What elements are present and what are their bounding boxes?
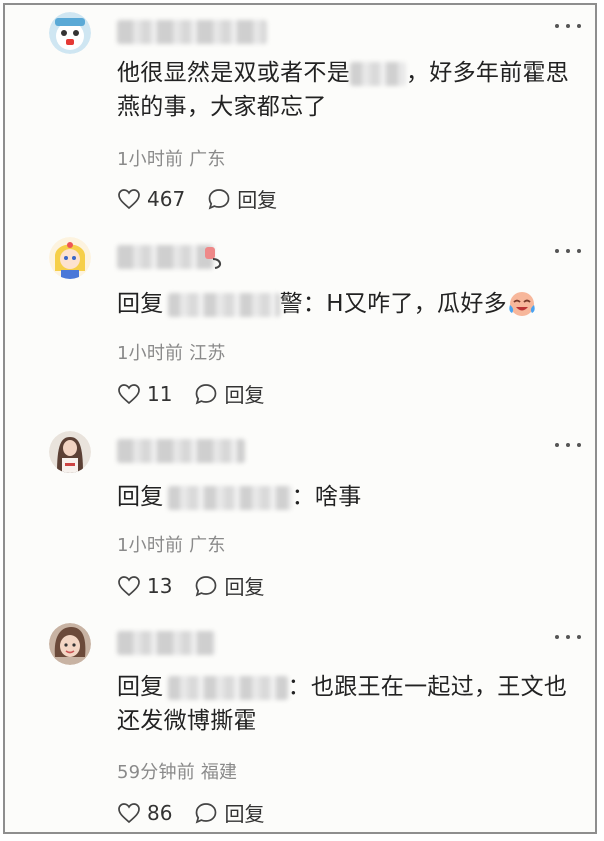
comment-actions: 11 回复 (117, 379, 286, 408)
redacted-username[interactable] (167, 292, 280, 317)
more-icon[interactable] (555, 247, 581, 255)
like-count: 13 (147, 573, 173, 598)
avatar[interactable] (49, 431, 91, 473)
redacted-username[interactable] (167, 675, 288, 700)
avatar[interactable] (49, 623, 91, 665)
comment-text: 回复 ：啥事 (117, 484, 362, 510)
redacted-text (350, 61, 406, 86)
reply-button[interactable]: 回复 (207, 184, 277, 213)
avatar[interactable] (49, 12, 91, 54)
reply-prefix: 回复 (117, 291, 164, 317)
username[interactable] (117, 439, 245, 463)
comment-meta: 1小时前 江苏 (117, 343, 226, 364)
reply-button[interactable]: 回复 (194, 379, 264, 408)
like-button[interactable]: 11 (117, 382, 172, 406)
comment-actions: 13 回复 (117, 571, 286, 600)
comment-meta: 59分钟前 福建 (117, 762, 238, 783)
reply-prefix: 回复 (117, 674, 164, 700)
reply-prefix: 回复 (117, 484, 164, 510)
like-count: 467 (147, 186, 186, 211)
heart-icon (118, 188, 140, 209)
heart-icon (118, 802, 140, 823)
comment-bubble-icon (208, 188, 230, 209)
comment-list: 他很显然是双或者不是 ，好多年前霍思燕的事，大家都忘了 1小时前 广东 467 回… (3, 3, 597, 834)
username[interactable] (117, 631, 215, 655)
avatar[interactable] (49, 237, 91, 279)
comment-bubble-icon (196, 802, 217, 823)
like-count: 86 (147, 800, 173, 825)
comment-text: 回复 ：也跟王在一起过，王文也 还发微博撕霍 (117, 674, 568, 734)
heart-icon (118, 383, 140, 404)
more-icon[interactable] (555, 633, 581, 641)
reply-button[interactable]: 回复 (194, 798, 264, 827)
heart-icon (118, 575, 140, 596)
reply-button[interactable]: 回复 (194, 571, 264, 600)
comment-meta: 1小时前 广东 (117, 149, 226, 170)
reply-label: 回复 (224, 383, 265, 407)
comment-bubble-icon (196, 575, 217, 596)
comment-text: 回复 警：H又咋了，瓜好多 (117, 287, 583, 327)
username[interactable] (117, 245, 213, 269)
comment-actions: 467 回复 (117, 184, 299, 213)
badge-icon (205, 247, 221, 269)
comment-bubble-icon (196, 383, 217, 404)
like-button[interactable]: 467 (117, 187, 185, 211)
comment-text: 他很显然是双或者不是 ，好多年前霍思燕的事，大家都忘了 (117, 60, 570, 120)
crying-laughing-emoji (507, 289, 537, 327)
redacted-username[interactable] (167, 485, 292, 510)
like-count: 11 (147, 381, 173, 406)
reply-label: 回复 (224, 802, 265, 826)
reply-label: 回复 (224, 575, 265, 599)
more-icon[interactable] (555, 22, 581, 30)
like-button[interactable]: 13 (117, 574, 172, 598)
reply-label: 回复 (237, 188, 278, 212)
like-button[interactable]: 86 (117, 801, 172, 825)
comment-meta: 1小时前 广东 (117, 535, 226, 556)
username[interactable] (117, 20, 267, 44)
more-icon[interactable] (555, 441, 581, 449)
comment-actions: 86 回复 (117, 798, 286, 827)
